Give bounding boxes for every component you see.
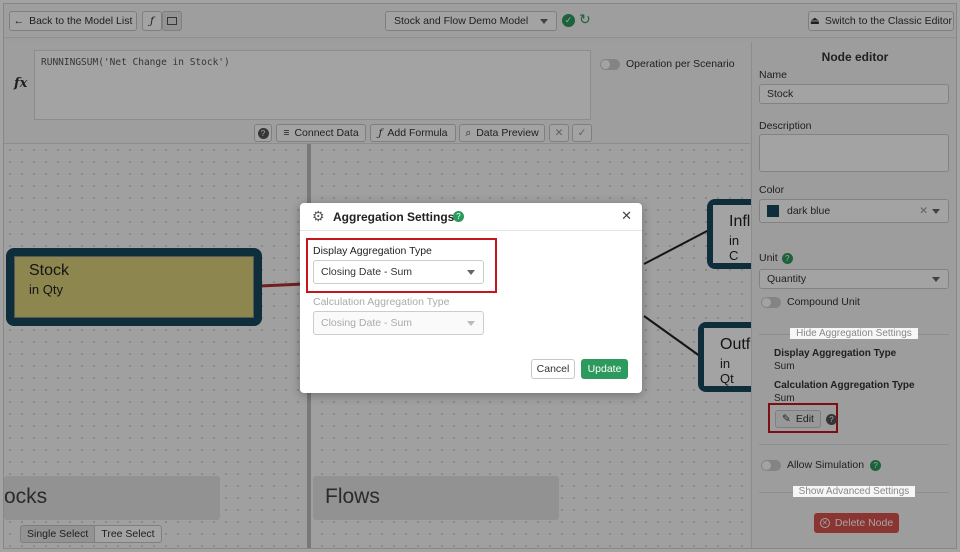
cancel-button[interactable]: Cancel [531, 359, 575, 379]
chevron-down-icon [467, 321, 475, 326]
calculation-aggregation-select: Closing Date - Sum [313, 311, 484, 335]
help-icon[interactable]: ? [453, 211, 464, 222]
calculation-aggregation-label: Calculation Aggregation Type [313, 296, 450, 308]
update-button[interactable]: Update [581, 359, 628, 379]
display-aggregation-select[interactable]: Closing Date - Sum [313, 260, 484, 284]
dialog-header: ⚙ Aggregation Settings ? ✕ [300, 203, 642, 231]
gear-icon: ⚙ [312, 208, 325, 224]
dialog-title: Aggregation Settings [333, 210, 455, 224]
aggregation-settings-dialog: ⚙ Aggregation Settings ? ✕ Display Aggre… [300, 203, 642, 393]
display-aggregation-label: Display Aggregation Type [313, 245, 432, 257]
close-icon[interactable]: ✕ [621, 208, 632, 224]
chevron-down-icon [467, 270, 475, 275]
